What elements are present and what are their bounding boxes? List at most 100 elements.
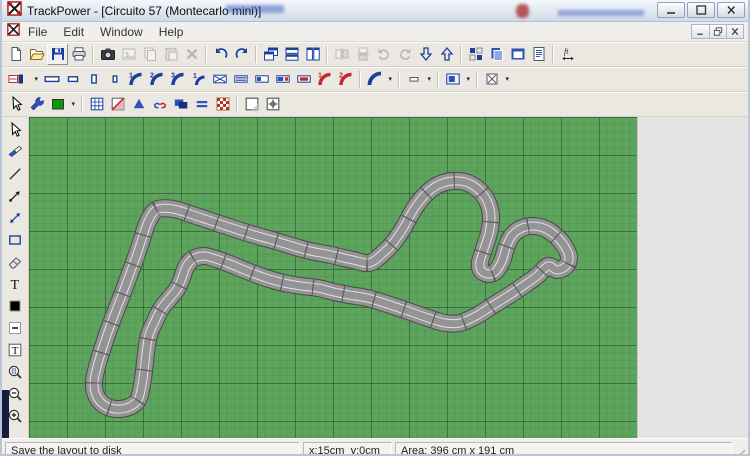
select-tool-button[interactable] bbox=[5, 94, 26, 115]
fill-color-button[interactable] bbox=[5, 295, 26, 316]
rotate-right-button[interactable] bbox=[394, 44, 415, 65]
short-pieces-menu-button[interactable]: ▾ bbox=[403, 69, 434, 90]
cascade-windows-button[interactable] bbox=[260, 44, 281, 65]
zoom-fit-button[interactable] bbox=[5, 361, 26, 382]
delete-pieces-icon bbox=[184, 46, 200, 62]
connector-straight-button[interactable] bbox=[251, 69, 272, 90]
curve-inner-1-button[interactable]: 1 bbox=[188, 69, 209, 90]
straight-half-button[interactable] bbox=[83, 69, 104, 90]
eraser-button[interactable] bbox=[5, 251, 26, 272]
parts-list-button[interactable] bbox=[528, 44, 549, 65]
line-style-button[interactable] bbox=[5, 317, 26, 338]
minimize-button[interactable] bbox=[657, 2, 685, 18]
document-checkered-icon bbox=[7, 22, 20, 41]
straight-standard-button[interactable] bbox=[62, 69, 83, 90]
show-borders-icon bbox=[173, 96, 189, 112]
banked-curve-1-button[interactable]: 1 bbox=[314, 69, 335, 90]
snap-mode-button[interactable] bbox=[107, 94, 128, 115]
straight-full-button[interactable] bbox=[41, 69, 62, 90]
mdi-restore-button[interactable] bbox=[709, 25, 726, 38]
framed-text-button[interactable]: T bbox=[5, 339, 26, 360]
show-borders-button[interactable] bbox=[170, 94, 191, 115]
dropdown-caret-icon: ▾ bbox=[388, 75, 392, 83]
curve-radius-1-button[interactable]: 1 bbox=[125, 69, 146, 90]
draw-double-arrow-button[interactable] bbox=[5, 207, 26, 228]
text-tool-button[interactable]: T bbox=[5, 273, 26, 294]
start-finish-line-button[interactable] bbox=[212, 94, 233, 115]
connection-track-button[interactable] bbox=[272, 69, 293, 90]
open-file-button[interactable] bbox=[26, 44, 47, 65]
move-up-button[interactable] bbox=[436, 44, 457, 65]
move-pieces-icon bbox=[7, 144, 23, 160]
save-file-button[interactable] bbox=[47, 43, 68, 65]
layout-canvas[interactable] bbox=[29, 117, 637, 438]
color-picker-icon bbox=[50, 96, 66, 112]
curve-radius-2-button[interactable]: 2 bbox=[146, 69, 167, 90]
maximize-button[interactable] bbox=[687, 2, 715, 18]
track-system-button[interactable]: ▾ bbox=[5, 69, 41, 90]
toolbar-separator bbox=[552, 45, 554, 63]
new-document-button[interactable] bbox=[5, 44, 26, 65]
center-layout-button[interactable] bbox=[262, 94, 283, 115]
move-down-button[interactable] bbox=[415, 44, 436, 65]
measurement-units-button[interactable]: ft bbox=[557, 44, 578, 65]
menu-item-file[interactable]: File bbox=[20, 24, 55, 40]
undo-button[interactable] bbox=[210, 44, 231, 65]
rotate-left-button[interactable] bbox=[373, 44, 394, 65]
measurement-units-icon: ft bbox=[560, 46, 576, 62]
mdi-minimize-button[interactable] bbox=[692, 25, 709, 38]
redo-button[interactable] bbox=[231, 44, 252, 65]
draw-rectangle-button[interactable] bbox=[5, 229, 26, 250]
dropdown-caret-icon: ▾ bbox=[427, 75, 431, 83]
direction-marker-button[interactable] bbox=[128, 94, 149, 115]
flip-vertical-button[interactable] bbox=[352, 44, 373, 65]
menu-item-window[interactable]: Window bbox=[92, 24, 151, 40]
select-tool-icon bbox=[8, 96, 24, 112]
delete-pieces-button[interactable] bbox=[181, 44, 202, 65]
maximize-icon bbox=[696, 5, 707, 15]
flip-horizontal-button[interactable] bbox=[331, 44, 352, 65]
move-pieces-button[interactable] bbox=[5, 141, 26, 162]
tile-horizontal-button[interactable] bbox=[281, 44, 302, 65]
menu-item-edit[interactable]: Edit bbox=[55, 24, 92, 40]
export-window-button[interactable] bbox=[507, 44, 528, 65]
svg-text:ft: ft bbox=[564, 47, 569, 56]
special-pieces-menu-button[interactable]: ▾ bbox=[481, 69, 512, 90]
show-grid-button[interactable] bbox=[86, 94, 107, 115]
show-lanes-button[interactable] bbox=[191, 94, 212, 115]
toolbar-separator bbox=[205, 45, 207, 63]
setup-tool-button[interactable] bbox=[26, 94, 47, 115]
show-markers-button[interactable] bbox=[149, 94, 170, 115]
borders-menu-button[interactable]: ▾ bbox=[442, 69, 473, 90]
svg-text:1: 1 bbox=[318, 73, 322, 80]
print-button[interactable] bbox=[68, 44, 89, 65]
snapshot-camera-button[interactable] bbox=[97, 44, 118, 65]
draw-line-button[interactable] bbox=[5, 163, 26, 184]
copy-pieces-button[interactable] bbox=[139, 44, 160, 65]
menu-bar: File Edit Window Help bbox=[2, 22, 748, 42]
crossing-track-button[interactable] bbox=[209, 69, 230, 90]
close-button[interactable] bbox=[717, 2, 745, 18]
mdi-window-controls bbox=[691, 24, 744, 39]
resize-grip[interactable] bbox=[734, 448, 746, 454]
full-window-view-button[interactable] bbox=[241, 94, 262, 115]
tile-vertical-button[interactable] bbox=[302, 44, 323, 65]
svg-text:1: 1 bbox=[193, 73, 197, 80]
adapter-straight-button[interactable] bbox=[230, 69, 251, 90]
curves-menu-button[interactable]: ▾ bbox=[364, 69, 395, 90]
special-pieces-menu-icon bbox=[484, 71, 500, 87]
terminal-track-button[interactable] bbox=[293, 69, 314, 90]
menu-item-help[interactable]: Help bbox=[151, 24, 192, 40]
draw-arrow-button[interactable] bbox=[5, 185, 26, 206]
toolbar-track-pieces: ▾ 1 2 3 1 1 2 ▾ ▾ ▾ ▾ bbox=[2, 67, 748, 92]
insert-picture-button[interactable] bbox=[118, 44, 139, 65]
mdi-close-button[interactable] bbox=[726, 25, 743, 38]
select-tool-button[interactable] bbox=[5, 119, 26, 140]
curve-radius-3-button[interactable]: 3 bbox=[167, 69, 188, 90]
paste-pieces-button[interactable] bbox=[160, 44, 181, 65]
copy-image-button[interactable] bbox=[486, 44, 507, 65]
piece-grid-button[interactable] bbox=[465, 44, 486, 65]
straight-quarter-button[interactable] bbox=[104, 69, 125, 90]
banked-curve-2-button[interactable]: 2 bbox=[335, 69, 356, 90]
color-picker-button[interactable]: ▾ bbox=[47, 94, 78, 115]
